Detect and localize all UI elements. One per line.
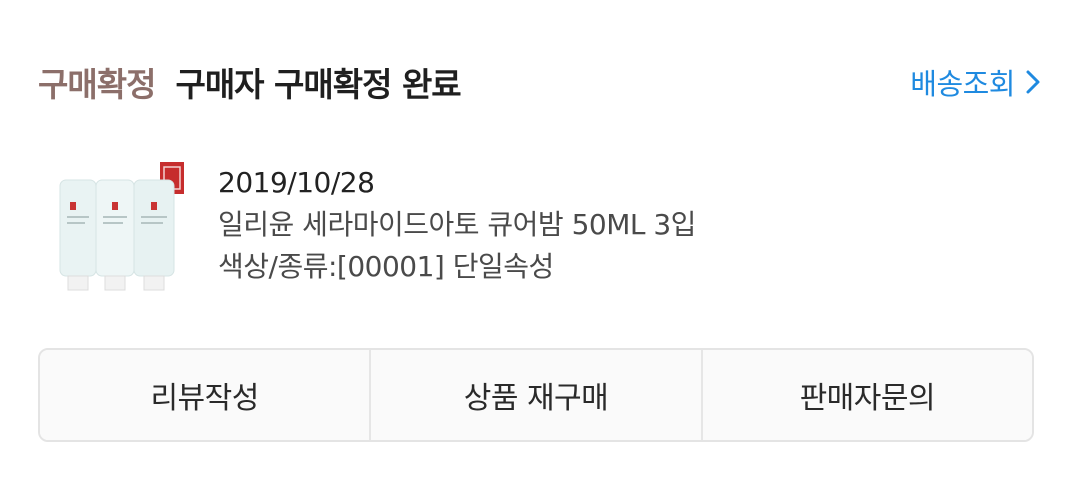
track-shipping-link[interactable]: 배송조회 <box>910 61 1043 103</box>
product-option: 색상/종류:[00001] 단일속성 <box>218 250 554 283</box>
order-date: 2019/10/28 <box>218 166 375 199</box>
track-shipping-label: 배송조회 <box>910 67 1015 101</box>
rebuy-product-button[interactable]: 상품 재구매 <box>371 350 703 440</box>
seller-inquiry-button[interactable]: 판매자문의 <box>702 350 1032 440</box>
write-review-button[interactable]: 리뷰작성 <box>40 350 372 440</box>
product-info: 2019/10/28 일리윤 세라마이드아토 큐어밤 50ML 3입 색상/종류… <box>218 162 696 288</box>
order-status-label: 구매확정 <box>38 65 156 104</box>
order-status-card: 구매확정 구매자 구매확정 완료 배송조회 2019/10/28 일리윤 세라마… <box>0 0 1075 503</box>
order-status-title: 구매자 구매확정 완료 <box>175 65 461 104</box>
product-item[interactable]: 2019/10/28 일리윤 세라마이드아토 큐어밤 50ML 3입 색상/종류… <box>52 158 1032 298</box>
order-action-bar: 리뷰작성 상품 재구매 판매자문의 <box>38 348 1034 442</box>
product-name[interactable]: 일리윤 세라마이드아토 큐어밤 50ML 3입 <box>218 204 696 246</box>
order-status-header: 구매확정 구매자 구매확정 완료 배송조회 <box>38 56 1043 108</box>
product-thumbnail[interactable] <box>52 158 192 296</box>
chevron-right-icon <box>1023 68 1043 96</box>
